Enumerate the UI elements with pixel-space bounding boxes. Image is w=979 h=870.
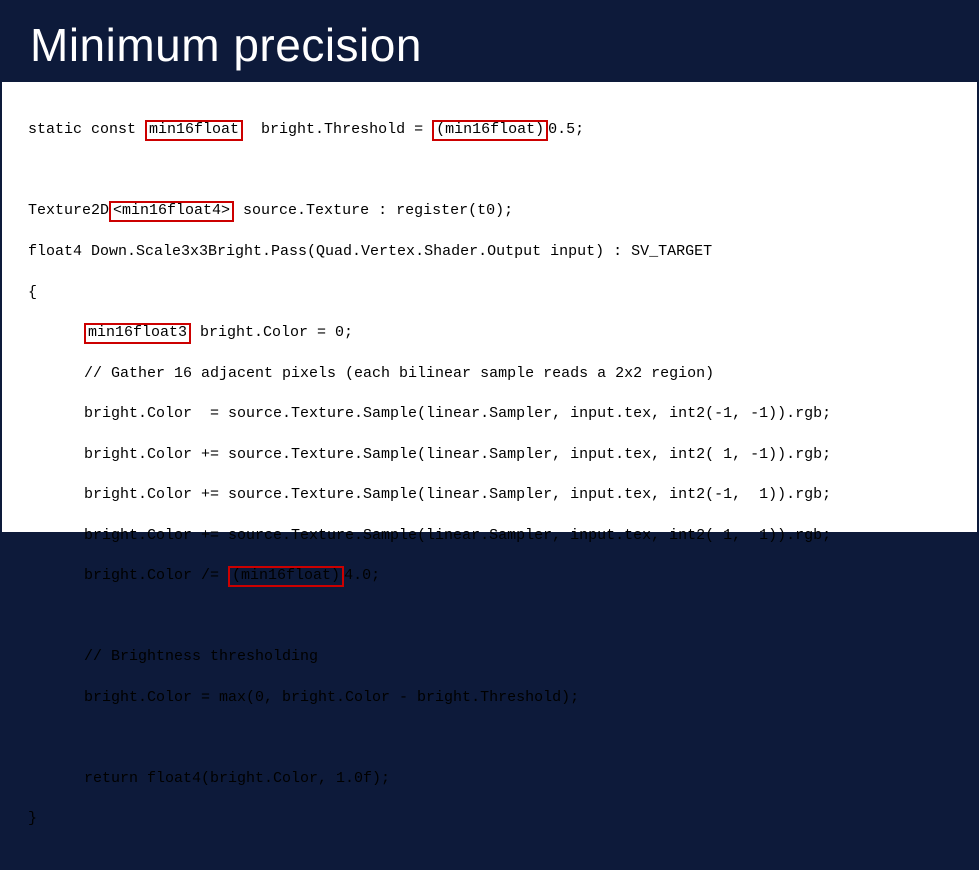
code-text: bright.Color /= [84, 567, 228, 584]
code-line: // Gather 16 adjacent pixels (each bilin… [28, 364, 951, 384]
slide-title: Minimum precision [0, 0, 979, 82]
code-line: min16float3 bright.Color = 0; [28, 323, 951, 344]
code-line: bright.Color += source.Texture.Sample(li… [28, 485, 951, 505]
highlight-box: min16float3 [84, 323, 191, 344]
highlight-box: min16float [145, 120, 243, 141]
code-text: bright.Color = 0; [191, 324, 353, 341]
code-line: static const min16float bright.Threshold… [28, 120, 951, 141]
slide: Minimum precision static const min16floa… [0, 0, 979, 551]
highlight-box: (min16float) [228, 566, 344, 587]
code-line [28, 161, 951, 181]
code-block: static const min16float bright.Threshold… [28, 100, 951, 870]
code-line: bright.Color += source.Texture.Sample(li… [28, 445, 951, 465]
highlight-box: (min16float) [432, 120, 548, 141]
code-line: bright.Color = source.Texture.Sample(lin… [28, 404, 951, 424]
code-text: 4.0; [344, 567, 380, 584]
code-line: bright.Color /= (min16float)4.0; [28, 566, 951, 587]
code-line: // Brightness thresholding [28, 647, 951, 667]
code-line [28, 728, 951, 748]
highlight-box: <min16float4> [109, 201, 234, 222]
code-text: bright.Threshold = [243, 121, 432, 138]
code-text: static const [28, 121, 145, 138]
code-panel: static const min16float bright.Threshold… [2, 82, 977, 532]
code-line: bright.Color = max(0, bright.Color - bri… [28, 688, 951, 708]
code-text: Texture2D [28, 202, 109, 219]
code-text: 0.5; [548, 121, 584, 138]
code-line: bright.Color += source.Texture.Sample(li… [28, 526, 951, 546]
code-line [28, 607, 951, 627]
code-line: Texture2D<min16float4> source.Texture : … [28, 201, 951, 222]
code-line: float4 Down.Scale3x3Bright.Pass(Quad.Ver… [28, 242, 951, 262]
code-text: source.Texture : register(t0); [234, 202, 513, 219]
code-line: { [28, 283, 951, 303]
code-line: return float4(bright.Color, 1.0f); [28, 769, 951, 789]
code-line: } [28, 809, 951, 829]
